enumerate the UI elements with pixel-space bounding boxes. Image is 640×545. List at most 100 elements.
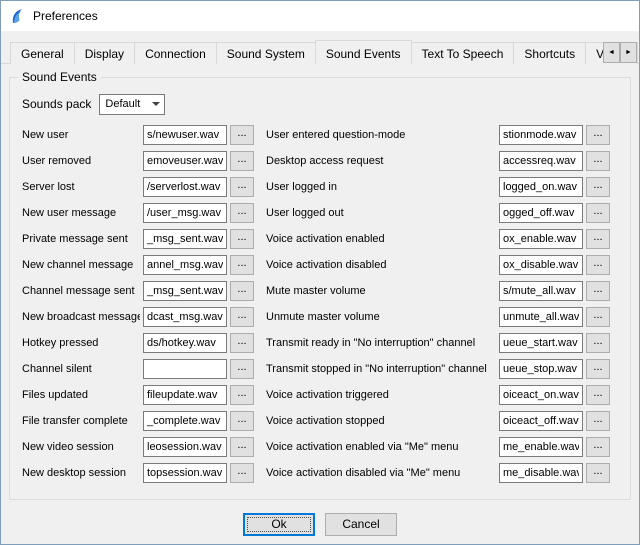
browse-button[interactable]: ... <box>230 203 254 223</box>
ok-button[interactable]: Ok <box>243 513 315 536</box>
sound-file-input[interactable] <box>499 437 583 457</box>
tab-display[interactable]: Display <box>74 42 135 64</box>
sound-file-input[interactable] <box>499 177 583 197</box>
sound-file-input[interactable] <box>499 151 583 171</box>
browse-button[interactable]: ... <box>586 203 610 223</box>
sound-event-row: Files updated... <box>22 382 254 408</box>
sound-file-input[interactable] <box>143 151 227 171</box>
sound-event-label: New user message <box>22 207 140 219</box>
sound-event-label: Voice activation disabled via "Me" menu <box>266 467 496 479</box>
sound-file-input[interactable] <box>499 385 583 405</box>
sound-event-label: User logged in <box>266 181 496 193</box>
sound-file-input[interactable] <box>143 385 227 405</box>
sound-file-input[interactable] <box>143 307 227 327</box>
browse-button[interactable]: ... <box>230 307 254 327</box>
tab-scroll-right-button[interactable]: ► <box>620 42 637 63</box>
sound-event-row: Voice activation stopped... <box>266 408 610 434</box>
browse-button[interactable]: ... <box>586 177 610 197</box>
sound-file-input[interactable] <box>143 255 227 275</box>
tab-text-to-speech[interactable]: Text To Speech <box>411 42 515 64</box>
tab-page-sound-events: Sound Events Sounds pack Default New use… <box>1 64 639 504</box>
sound-event-label: Desktop access request <box>266 155 496 167</box>
browse-button[interactable]: ... <box>586 229 610 249</box>
browse-button[interactable]: ... <box>230 281 254 301</box>
sound-file-input[interactable] <box>143 177 227 197</box>
sounds-pack-select[interactable]: Default <box>99 94 165 115</box>
sound-event-label: Voice activation stopped <box>266 415 496 427</box>
sound-event-label: Voice activation enabled via "Me" menu <box>266 441 496 453</box>
browse-button[interactable]: ... <box>230 359 254 379</box>
sound-event-label: Mute master volume <box>266 285 496 297</box>
sound-event-label: Transmit stopped in "No interruption" ch… <box>266 363 496 375</box>
sound-file-input[interactable] <box>499 307 583 327</box>
tab-connection[interactable]: Connection <box>134 42 217 64</box>
sound-event-label: Hotkey pressed <box>22 337 140 349</box>
browse-button[interactable]: ... <box>230 151 254 171</box>
sound-event-row: Voice activation enabled via "Me" menu..… <box>266 434 610 460</box>
window-title: Preferences <box>33 9 98 23</box>
sound-file-input[interactable] <box>143 463 227 483</box>
sound-file-input[interactable] <box>143 437 227 457</box>
browse-button[interactable]: ... <box>586 125 610 145</box>
sound-file-input[interactable] <box>143 411 227 431</box>
sound-file-input[interactable] <box>499 255 583 275</box>
sound-event-row: Transmit stopped in "No interruption" ch… <box>266 356 610 382</box>
tab-sound-system[interactable]: Sound System <box>216 42 316 64</box>
tab-sound-events[interactable]: Sound Events <box>315 40 412 64</box>
browse-button[interactable]: ... <box>230 229 254 249</box>
sound-event-label: New user <box>22 129 140 141</box>
browse-button[interactable]: ... <box>230 125 254 145</box>
sound-event-row: Desktop access request... <box>266 148 610 174</box>
sound-events-column-left: New user...User removed...Server lost...… <box>22 122 254 486</box>
sound-file-input[interactable] <box>143 281 227 301</box>
sound-event-row: New desktop session... <box>22 460 254 486</box>
browse-button[interactable]: ... <box>230 437 254 457</box>
sound-event-label: Channel message sent <box>22 285 140 297</box>
browse-button[interactable]: ... <box>230 333 254 353</box>
browse-button[interactable]: ... <box>586 151 610 171</box>
sounds-pack-value: Default <box>105 98 140 110</box>
browse-button[interactable]: ... <box>230 177 254 197</box>
app-icon <box>9 8 26 25</box>
browse-button[interactable]: ... <box>586 411 610 431</box>
sound-file-input[interactable] <box>499 463 583 483</box>
sound-file-input[interactable] <box>499 281 583 301</box>
sound-file-input[interactable] <box>143 125 227 145</box>
sounds-pack-label: Sounds pack <box>22 97 91 111</box>
sound-event-label: New channel message <box>22 259 140 271</box>
sound-file-input[interactable] <box>143 333 227 353</box>
sound-file-input[interactable] <box>499 125 583 145</box>
sound-file-input[interactable] <box>499 359 583 379</box>
sound-file-input[interactable] <box>143 203 227 223</box>
sound-event-label: Voice activation disabled <box>266 259 496 271</box>
sounds-pack-row: Sounds pack Default <box>22 92 620 116</box>
browse-button[interactable]: ... <box>586 307 610 327</box>
browse-button[interactable]: ... <box>586 385 610 405</box>
sound-file-input[interactable] <box>499 229 583 249</box>
sound-event-label: Channel silent <box>22 363 140 375</box>
tab-general[interactable]: General <box>10 42 75 64</box>
browse-button[interactable]: ... <box>586 463 610 483</box>
sound-event-row: New video session... <box>22 434 254 460</box>
sound-event-row: File transfer complete... <box>22 408 254 434</box>
browse-button[interactable]: ... <box>230 411 254 431</box>
browse-button[interactable]: ... <box>586 437 610 457</box>
sound-file-input[interactable] <box>499 203 583 223</box>
sound-file-input[interactable] <box>143 229 227 249</box>
browse-button[interactable]: ... <box>586 333 610 353</box>
sound-file-input[interactable] <box>499 411 583 431</box>
sound-event-row: New channel message... <box>22 252 254 278</box>
browse-button[interactable]: ... <box>586 255 610 275</box>
cancel-button[interactable]: Cancel <box>325 513 397 536</box>
browse-button[interactable]: ... <box>586 281 610 301</box>
browse-button[interactable]: ... <box>230 385 254 405</box>
browse-button[interactable]: ... <box>230 463 254 483</box>
sound-file-input[interactable] <box>499 333 583 353</box>
sound-event-row: User logged in... <box>266 174 610 200</box>
sound-event-label: Transmit ready in "No interruption" chan… <box>266 337 496 349</box>
browse-button[interactable]: ... <box>586 359 610 379</box>
tab-shortcuts[interactable]: Shortcuts <box>513 42 586 64</box>
browse-button[interactable]: ... <box>230 255 254 275</box>
tab-scroll-left-button[interactable]: ◄ <box>603 42 620 63</box>
sound-file-input[interactable] <box>143 359 227 379</box>
